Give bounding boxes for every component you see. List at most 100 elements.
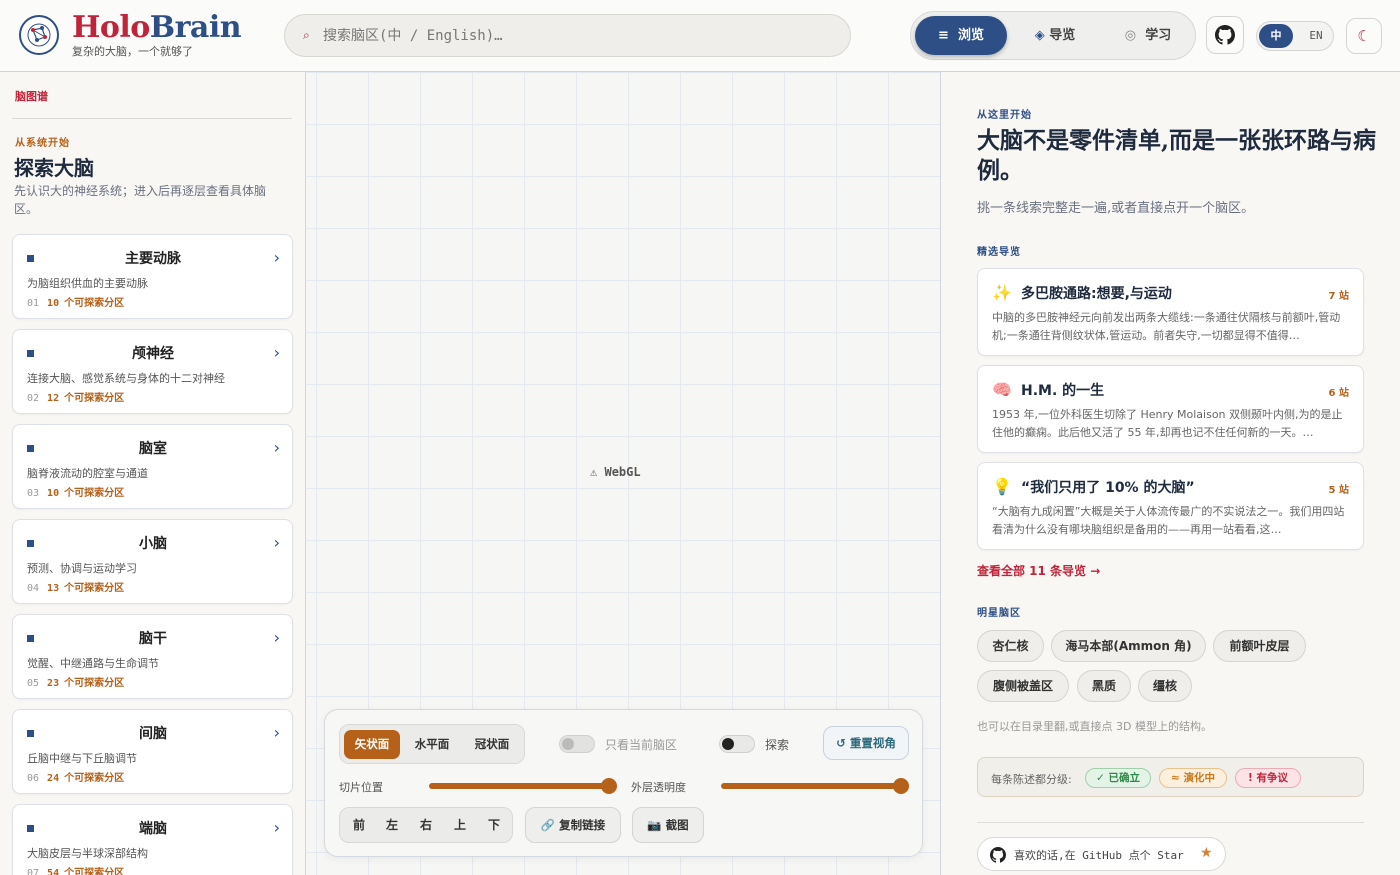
system-card[interactable]: 颅神经 › 连接大脑、感觉系统与身体的十二对神经 02 12 个可探索分区 [12,329,293,414]
divider [12,118,292,119]
search-box[interactable]: ⌕ [284,14,851,57]
slice-control-panel: 矢状面 水平面 冠状面 只看当前脑区 探索 ↺ 重置视角 切片位置 外层透明度 … [324,709,923,857]
system-meta: 05 23 个可探索分区 [27,674,124,689]
system-number: 07 [27,868,40,875]
region-count: 24 [47,773,60,784]
region-chip-hippocampus[interactable]: 海马本部(Ammon 角) [1051,630,1206,662]
outer-opacity-slider[interactable] [721,778,909,794]
system-number: 03 [27,488,40,499]
direction-down-button[interactable]: 下 [479,808,509,842]
reset-view-button[interactable]: ↺ 重置视角 [823,726,909,760]
link-icon: 🔗 [540,818,556,832]
system-description: 大脑皮层与半球深部结构 [27,847,148,860]
tour-card[interactable]: 🧠 H.M. 的一生 6 站 1953 年,一位外科医生切除了 Henry Mo… [977,365,1364,453]
region-count-suffix: 个可探索分区 [64,393,125,404]
intro-kicker: 从这里开始 [977,110,1032,121]
system-card[interactable]: 脑室 › 脑脊液流动的腔室与通道 03 10 个可探索分区 [12,424,293,509]
tour-card[interactable]: ✨ 多巴胺通路:想要,与运动 7 站 中脑的多巴胺神经元向前发出两条大缆线:一条… [977,268,1364,356]
plane-selector: 矢状面 水平面 冠状面 [339,724,525,764]
brand-part-red: Holo [72,10,150,45]
region-count-suffix: 个可探索分区 [64,773,125,784]
system-card[interactable]: 脑干 › 觉醒、中继通路与生命调节 05 23 个可探索分区 [12,614,293,699]
explore-label: 探索 [765,738,790,752]
system-card[interactable]: 主要动脉 › 为脑组织供血的主要动脉 01 10 个可探索分区 [12,234,293,319]
system-meta: 02 12 个可探索分区 [27,389,124,404]
system-title: 主要动脉 [125,251,181,267]
system-card[interactable]: 端脑 › 大脑皮层与半球深部结构 07 54 个可探索分区 [12,804,293,875]
chevron-right-icon: › [273,343,280,362]
mode-browse-button[interactable]: ≡ 浏览 [915,16,1007,55]
direction-front-button[interactable]: 前 [344,808,374,842]
tour-stops: 6 站 [1328,388,1349,399]
view-all-tours-link[interactable]: 查看全部 11 条导览 → [977,562,1100,579]
brain-network-logo-icon[interactable] [19,15,59,55]
badge-evolving: ≈ 演化中 [1159,768,1227,788]
system-meta: 07 54 个可探索分区 [27,864,124,875]
region-count-suffix: 个可探索分区 [64,583,125,594]
region-count-suffix: 个可探索分区 [64,868,125,875]
region-count: 12 [47,393,60,404]
region-chip-prefrontal[interactable]: 前额叶皮层 [1213,630,1306,662]
mode-learn-button[interactable]: ◎ 学习 [1105,16,1191,55]
github-star-button[interactable]: 喜欢的话,在 GitHub 点个 Star ★ [977,837,1226,871]
webgl-placeholder: ⚠ WebGL [590,465,641,479]
system-description: 丘脑中继与下丘脑调节 [27,752,137,765]
theme-toggle-moon-icon[interactable]: ☾ [1346,18,1382,54]
system-marker-icon [27,445,34,452]
plane-sagittal-button[interactable]: 矢状面 [344,730,400,759]
lang-en-option[interactable]: EN [1301,24,1331,48]
system-title: 脑室 [139,441,167,457]
mode-switcher: ≡ 浏览 ◈ 导览 ◎ 学习 [910,11,1196,60]
browse-hint: 也可以在目录里翻,或直接点 3D 模型上的结构。 [977,720,1212,733]
atlas-sidebar: 脑图谱 从系统开始 探索大脑 先认识大的神经系统；进入后再逐层查看具体脑区。 主… [0,72,306,875]
region-chip-substantia-nigra[interactable]: 黑质 [1077,670,1131,702]
3d-viewport[interactable]: ⚠ WebGL 矢状面 水平面 冠状面 只看当前脑区 探索 ↺ 重置视角 切片位… [306,72,941,875]
language-toggle[interactable]: 中 EN [1256,21,1334,51]
system-marker-icon [27,730,34,737]
system-number: 04 [27,583,40,594]
direction-up-button[interactable]: 上 [445,808,475,842]
region-chip-amygdala[interactable]: 杏仁核 [977,630,1044,662]
badge-disputed: ! 有争议 [1235,768,1301,788]
system-description: 预测、协调与运动学习 [27,562,137,575]
plane-coronal-button[interactable]: 冠状面 [464,730,520,759]
system-title: 颅神经 [132,346,174,362]
brand-name[interactable]: HoloBrain [72,10,242,45]
chevron-right-icon: › [273,438,280,457]
only-current-toggle[interactable] [559,735,595,753]
slice-position-slider[interactable] [429,778,617,794]
region-chip-habenula[interactable]: 缰核 [1138,670,1192,702]
system-meta: 01 10 个可探索分区 [27,294,124,309]
system-number: 02 [27,393,40,404]
direction-right-button[interactable]: 右 [411,808,441,842]
explore-toggle[interactable] [719,735,755,753]
region-chip-vta[interactable]: 腹侧被盖区 [977,670,1069,702]
system-description: 为脑组织供血的主要动脉 [27,277,148,290]
system-card[interactable]: 小脑 › 预测、协调与运动学习 04 13 个可探索分区 [12,519,293,604]
screenshot-label: 截图 [665,818,689,832]
legend-label: 每条陈述都分级: [991,773,1072,786]
system-description: 脑脊液流动的腔室与通道 [27,467,148,480]
copy-link-label: 复制链接 [559,818,606,832]
github-button[interactable] [1206,16,1244,54]
system-card[interactable]: 间脑 › 丘脑中继与下丘脑调节 06 24 个可探索分区 [12,709,293,794]
search-input[interactable] [323,23,833,49]
system-title: 小脑 [139,536,167,552]
plane-axial-button[interactable]: 水平面 [404,730,460,759]
lang-zh-option[interactable]: 中 [1259,24,1293,48]
direction-left-button[interactable]: 左 [377,808,407,842]
screenshot-button[interactable]: 📷 截图 [632,807,704,843]
chevron-right-icon: › [273,248,280,267]
tour-card[interactable]: 💡 “我们只用了 10% 的大脑” 5 站 “大脑有九成闲置”大概是关于人体流传… [977,462,1364,550]
tour-description: 1953 年,一位外科医生切除了 Henry Molaison 双侧颞叶内侧,为… [992,408,1343,439]
mode-tour-button[interactable]: ◈ 导览 [1015,16,1095,55]
camera-icon: 📷 [647,818,662,832]
mode-tour-label: 导览 [1049,28,1076,43]
evidence-legend: 每条陈述都分级: ✓ 已确立 ≈ 演化中 ! 有争议 [977,757,1364,797]
region-count: 54 [47,868,60,875]
app-header: HoloBrain 复杂的大脑，一个就够了 ⌕ ≡ 浏览 ◈ 导览 ◎ 学习 中… [0,0,1400,72]
system-meta: 06 24 个可探索分区 [27,769,124,784]
chevron-right-icon: › [273,628,280,647]
copy-link-button[interactable]: 🔗 复制链接 [525,807,621,843]
breadcrumb[interactable]: 脑图谱 [15,88,48,104]
